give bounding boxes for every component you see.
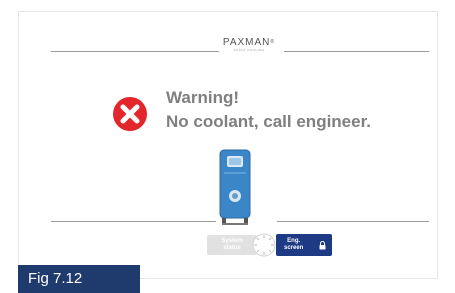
bottom-controls: System status Eng. screen (207, 233, 333, 257)
cooling-unit-icon (219, 149, 251, 225)
device-screen: PAXMAN® scalp cooling Warning! No coolan… (18, 11, 438, 279)
warning-message: No coolant, call engineer. (166, 112, 371, 131)
divider-bottom-left (51, 221, 216, 222)
paxman-logo: PAXMAN® scalp cooling (213, 37, 285, 52)
system-status-button[interactable]: System status (207, 235, 257, 255)
logo-brand-text: PAXMAN® (222, 37, 276, 48)
logo-tagline: scalp cooling (233, 48, 265, 52)
lock-icon (319, 241, 326, 250)
warning-title: Warning! (166, 88, 240, 107)
error-x-icon (113, 97, 147, 131)
figure-label: Fig 7.12 (18, 265, 140, 293)
dial-icon[interactable] (252, 233, 276, 257)
divider-top-right (284, 51, 429, 52)
eng-screen-label: Eng. screen (284, 238, 304, 251)
divider-bottom-right (277, 221, 429, 222)
eng-screen-button[interactable]: Eng. screen (276, 234, 332, 256)
divider-top-left (51, 51, 219, 52)
